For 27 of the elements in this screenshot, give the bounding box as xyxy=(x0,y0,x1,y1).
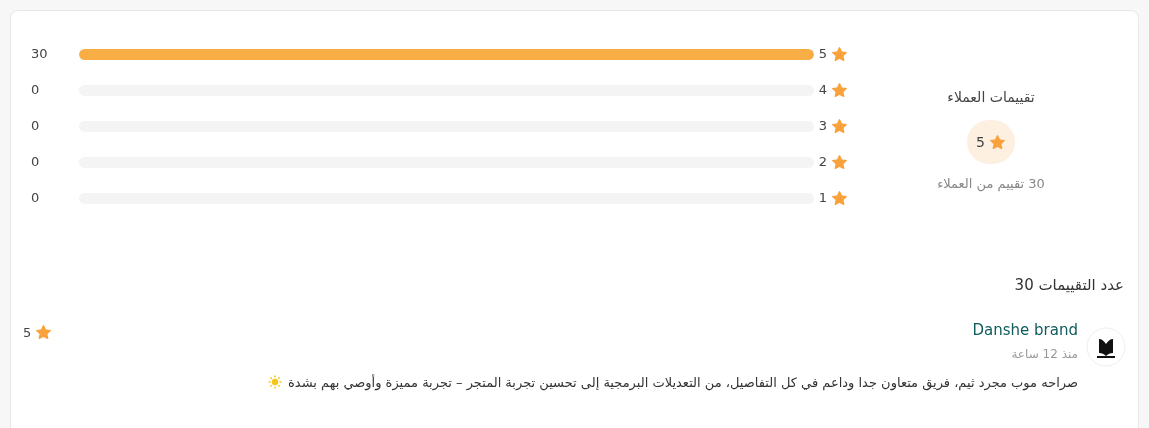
rating-count: 30 xyxy=(31,45,49,64)
star-icon xyxy=(831,45,848,63)
star-icon xyxy=(831,153,848,171)
star-level-label: 2 xyxy=(818,153,827,172)
review-comment: صراحه موب مجرد ثيم، فريق متعاون جدا وداعم في كل التفاصيل، من التعديلات البرمجية إلى تحسين تجربة المتجر – تجربة مميزة وأوصي بهم بشدة xyxy=(288,373,1078,392)
star-level-label: 5 xyxy=(818,45,827,64)
star-icon xyxy=(831,189,848,207)
rating-count: 0 xyxy=(31,153,41,172)
star-icon xyxy=(831,81,848,99)
star-icon xyxy=(35,324,53,342)
rating-count: 0 xyxy=(31,117,41,136)
ratings-count: 30 تقييم من العملاء xyxy=(937,175,1045,194)
rating-count: 0 xyxy=(31,81,41,100)
star-level-label: 1 xyxy=(818,189,827,208)
review-author: Danshe brand xyxy=(972,320,1078,341)
sun-icon xyxy=(268,375,283,390)
review-rating: 5 xyxy=(23,324,32,342)
star-icon xyxy=(831,117,848,135)
logo-icon xyxy=(1086,327,1126,367)
star-level-label: 4 xyxy=(818,81,827,100)
reviews-heading: عدد التقييمات 30 xyxy=(1014,276,1124,294)
star-level-label: 3 xyxy=(818,117,827,136)
summary-title: تقييمات العملاء xyxy=(947,88,1035,107)
review-time: منذ 12 ساعة xyxy=(1010,345,1078,363)
rating-count: 0 xyxy=(31,189,41,208)
average-rating: 5 xyxy=(976,132,985,152)
star-icon xyxy=(988,133,1006,151)
